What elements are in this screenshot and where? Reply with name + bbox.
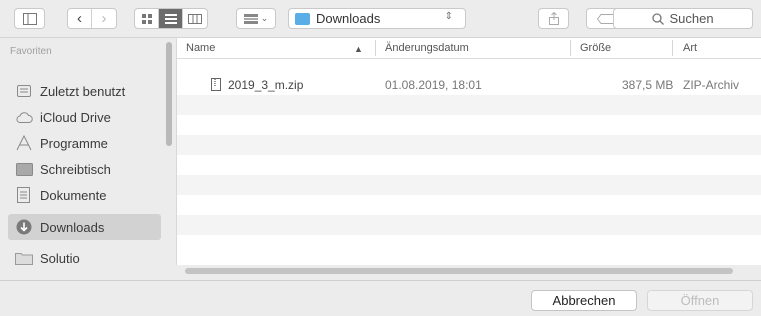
cloud-icon: [14, 108, 34, 126]
empty-row: [177, 115, 761, 135]
view-mode-buttons: [134, 8, 208, 29]
downloads-icon: [14, 218, 34, 236]
sidebar-item-label: iCloud Drive: [40, 109, 111, 125]
sort-ascending-icon: ▲: [354, 44, 363, 54]
open-button[interactable]: Öffnen: [647, 290, 753, 311]
share-icon: [548, 12, 559, 25]
column-header-kind[interactable]: Art: [683, 42, 697, 54]
list-icon: [164, 13, 177, 24]
nav-buttons: ‹ ›: [67, 8, 117, 29]
back-button[interactable]: ‹: [68, 9, 92, 28]
sidebar-item-label: Zuletzt benutzt: [40, 83, 126, 99]
sidebar-toggle-button[interactable]: [14, 8, 45, 29]
column-header-name[interactable]: Name: [186, 42, 215, 54]
empty-row: [177, 95, 761, 115]
documents-icon: [14, 186, 34, 204]
column-separator: [375, 40, 376, 56]
search-label: Suchen: [669, 11, 714, 26]
grid-icon: [141, 13, 152, 24]
sidebar-item-downloads[interactable]: Downloads: [8, 214, 161, 240]
sidebar-item-solutio[interactable]: Solutio: [8, 245, 161, 271]
popup-arrows-icon: ⇕: [444, 11, 453, 22]
column-header-date[interactable]: Änderungsdatum: [385, 42, 469, 54]
empty-row: [177, 195, 761, 215]
search-field[interactable]: Suchen: [613, 8, 753, 29]
group-button[interactable]: ⌄: [236, 8, 276, 29]
sidebar-heading: Favoriten: [10, 46, 52, 57]
icon-view-button[interactable]: [135, 9, 159, 28]
sidebar-item-label: Downloads: [40, 219, 105, 235]
share-button[interactable]: [538, 8, 569, 29]
column-separator: [672, 40, 673, 56]
file-date: 01.08.2019, 18:01: [385, 78, 482, 92]
sidebar-item-desktop[interactable]: Schreibtisch: [8, 156, 161, 182]
chevron-down-icon: ⌄: [260, 13, 269, 23]
column-view-button[interactable]: [183, 9, 207, 28]
empty-row: [177, 175, 761, 195]
forward-button[interactable]: ›: [92, 9, 116, 28]
arrange-icon: [243, 13, 258, 24]
search-icon: [652, 12, 665, 25]
file-name: 2019_3_m.zip: [228, 78, 304, 92]
file-size: 387,5 MB: [622, 78, 674, 92]
empty-row: [177, 215, 761, 235]
sidebar-item-label: Dokumente: [40, 187, 107, 203]
sidebar-item-label: Solutio: [40, 250, 80, 266]
folder-icon: [14, 249, 34, 267]
path-label: Downloads: [316, 11, 381, 26]
file-list: Name ▲ Änderungsdatum Größe Art 2019_3_m…: [176, 38, 761, 274]
column-header-size[interactable]: Größe: [580, 42, 611, 54]
columns-icon: [188, 13, 202, 24]
dialog-footer: Abbrechen Öffnen: [0, 280, 761, 316]
list-view-button[interactable]: [159, 9, 183, 28]
file-kind: ZIP-Archiv: [683, 78, 740, 92]
sidebar-item-applications[interactable]: Programme: [8, 130, 161, 156]
sidebar-item-icloud[interactable]: iCloud Drive: [8, 104, 161, 130]
sidebar-icon: [22, 12, 37, 25]
recents-icon: [14, 82, 34, 100]
empty-row: [177, 135, 761, 155]
chevron-left-icon: ‹: [77, 10, 82, 27]
path-popup[interactable]: Downloads ⇕: [288, 8, 466, 29]
empty-row: [177, 155, 761, 175]
sidebar-item-recents[interactable]: Zuletzt benutzt: [8, 78, 161, 104]
table-row[interactable]: 2019_3_m.zip 01.08.2019, 18:01 387,5 MB …: [177, 75, 761, 95]
applications-icon: [14, 134, 34, 152]
sidebar-item-label: Programme: [40, 135, 108, 151]
horizontal-scrollbar[interactable]: [185, 268, 733, 274]
sidebar-item-documents[interactable]: Dokumente: [8, 182, 161, 208]
desktop-icon: [14, 160, 34, 178]
toolbar: ‹ › ⌄ Downloads ⇕ Suchen: [0, 0, 761, 38]
sidebar-scrollbar[interactable]: [166, 42, 172, 146]
chevron-right-icon: ›: [101, 10, 107, 27]
list-header: Name ▲ Änderungsdatum Größe Art: [177, 38, 761, 59]
column-separator: [570, 40, 571, 56]
sidebar: Favoriten Zuletzt benutzt iCloud Drive P…: [0, 38, 175, 266]
sidebar-item-label: Schreibtisch: [40, 161, 111, 177]
folder-icon: [295, 12, 310, 25]
empty-row: [177, 235, 761, 255]
zip-file-icon: [211, 78, 221, 91]
cancel-button[interactable]: Abbrechen: [531, 290, 637, 311]
